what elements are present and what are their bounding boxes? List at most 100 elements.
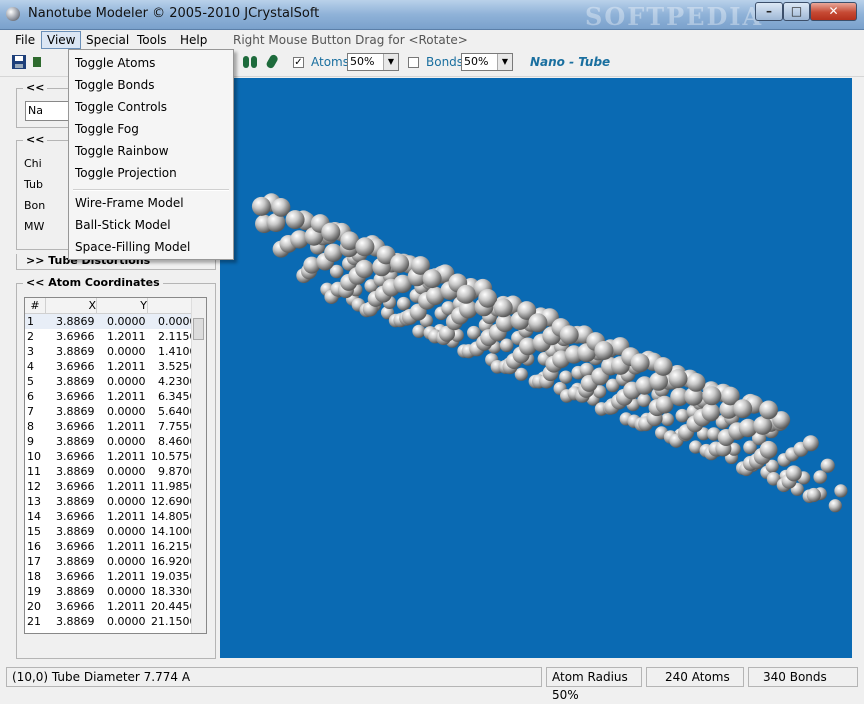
table-row[interactable]: 5 3.8869 0.0000 4.2300 xyxy=(25,374,199,389)
bonds-percent-select[interactable]: 50% ▼ xyxy=(461,53,513,71)
coord-rows: 1 3.8869 0.0000 0.0000 2 3.6966 1.2011 2.1150 3 3… xyxy=(25,313,199,630)
col-y[interactable]: Y xyxy=(96,298,148,314)
mouse-hint: Right Mouse Button Drag for <Rotate> xyxy=(233,33,468,47)
open-icon[interactable] xyxy=(32,54,42,70)
table-cell: 3.8869 xyxy=(56,585,95,598)
table-row[interactable]: 1 3.8869 0.0000 0.0000 xyxy=(25,313,199,329)
table-cell: 1.2011 xyxy=(107,600,146,613)
status-atom-radius: Atom Radius 50% xyxy=(546,667,642,702)
atom-sphere xyxy=(802,435,819,452)
menu-toggle-atoms[interactable]: Toggle Atoms xyxy=(75,54,155,72)
menu-toggle-controls[interactable]: Toggle Controls xyxy=(75,98,167,116)
label-mw: MW xyxy=(24,220,45,233)
table-row[interactable]: 13 3.8869 0.0000 12.6900 xyxy=(25,494,199,509)
bonds-label: Bonds xyxy=(426,55,464,69)
table-cell: 3.6966 xyxy=(56,480,95,493)
menu-ball-stick-model[interactable]: Ball-Stick Model xyxy=(75,216,171,234)
table-row[interactable]: 14 3.6966 1.2011 14.8050 xyxy=(25,509,199,524)
table-cell: 3.6966 xyxy=(56,360,95,373)
table-row[interactable]: 21 3.8869 0.0000 21.1500 xyxy=(25,614,199,629)
table-cell: 3.8869 xyxy=(56,405,95,418)
maximize-button[interactable]: □ xyxy=(783,2,810,21)
bonds-checkbox[interactable] xyxy=(408,57,419,68)
menu-special[interactable]: Special xyxy=(81,32,134,48)
table-cell: 7 xyxy=(27,405,34,418)
table-cell: 13 xyxy=(27,495,41,508)
title-bar: Nanotube Modeler © 2005-2010 JCrystalSof… xyxy=(0,0,864,31)
label-bond: Bon xyxy=(24,199,46,212)
table-row[interactable]: 9 3.8869 0.0000 8.4600 xyxy=(25,434,199,449)
table-row[interactable]: 11 3.8869 0.0000 9.8700 xyxy=(25,464,199,479)
atom-coordinates-header[interactable]: << Atom Coordinates xyxy=(23,276,163,289)
table-cell: 15 xyxy=(27,525,41,538)
menu-toggle-rainbow[interactable]: Toggle Rainbow xyxy=(75,142,169,160)
capsule-view-icon[interactable] xyxy=(265,54,281,70)
table-cell: 3.8869 xyxy=(56,525,95,538)
atom-sphere xyxy=(422,269,442,289)
atom-sphere xyxy=(686,373,706,392)
table-cell: 3.6966 xyxy=(56,510,95,523)
label-chirality: Chi xyxy=(24,157,42,170)
table-cell: 3.8869 xyxy=(56,615,95,628)
table-cell: 3.6966 xyxy=(56,390,95,403)
table-cell: 0.0000 xyxy=(107,465,146,478)
table-row[interactable]: 16 3.6966 1.2011 16.2150 xyxy=(25,539,199,554)
chevron-down-icon: ▼ xyxy=(383,54,398,70)
table-cell: 0.0000 xyxy=(107,495,146,508)
menu-toggle-projection[interactable]: Toggle Projection xyxy=(75,164,177,182)
menu-toggle-fog[interactable]: Toggle Fog xyxy=(75,120,139,138)
status-atom-count: 240 Atoms xyxy=(646,667,744,687)
table-row[interactable]: 4 3.6966 1.2011 3.5250 xyxy=(25,359,199,374)
atom-coordinates-table[interactable]: # X Y Z 13.88690.00000.000023.69661.2011… xyxy=(24,297,207,634)
table-row[interactable]: 12 3.6966 1.2011 11.9850 xyxy=(25,479,199,494)
table-cell: 0.0000 xyxy=(107,585,146,598)
table-row[interactable]: 6 3.6966 1.2011 6.3450 xyxy=(25,389,199,404)
softpedia-watermark: SOFTPEDIA xyxy=(585,2,764,31)
structure-field[interactable]: Na xyxy=(25,101,69,121)
coords-scrollbar[interactable] xyxy=(191,298,206,633)
tube-view-icon[interactable] xyxy=(242,54,260,70)
label-tube: Tub xyxy=(24,178,44,191)
table-row[interactable]: 15 3.8869 0.0000 14.1000 xyxy=(25,524,199,539)
atoms-percent-select[interactable]: 50% ▼ xyxy=(347,53,399,71)
window-title: Nanotube Modeler © 2005-2010 JCrystalSof… xyxy=(28,6,320,21)
menu-toggle-bonds[interactable]: Toggle Bonds xyxy=(75,76,154,94)
table-row[interactable]: 20 3.6966 1.2011 20.4450 xyxy=(25,599,199,614)
menu-view[interactable]: View xyxy=(41,31,82,49)
menu-help[interactable]: Help xyxy=(175,32,212,48)
table-row[interactable]: 2 3.6966 1.2011 2.1150 xyxy=(25,329,199,344)
atom-sphere xyxy=(630,353,650,373)
collapse-structure-button[interactable]: << xyxy=(23,81,48,94)
close-button[interactable]: ✕ xyxy=(810,2,857,21)
table-cell: 19 xyxy=(27,585,41,598)
table-cell: 3 xyxy=(27,345,34,358)
table-row[interactable]: 19 3.8869 0.0000 18.3300 xyxy=(25,584,199,599)
atom-sphere xyxy=(733,399,753,419)
atom-sphere xyxy=(702,386,722,406)
table-row[interactable]: 7 3.8869 0.0000 5.6400 xyxy=(25,404,199,419)
table-row[interactable]: 18 3.6966 1.2011 19.0350 xyxy=(25,569,199,584)
menu-wireframe-model[interactable]: Wire-Frame Model xyxy=(75,194,184,212)
menu-tools[interactable]: Tools xyxy=(132,32,172,48)
atom-sphere xyxy=(668,369,688,389)
collapse-properties-button[interactable]: << xyxy=(23,133,48,146)
table-cell: 3.6966 xyxy=(56,600,95,613)
atom-sphere xyxy=(355,237,375,257)
table-row[interactable]: 10 3.6966 1.2011 10.5750 xyxy=(25,449,199,464)
col-x[interactable]: X xyxy=(45,298,97,314)
table-cell: 1.2011 xyxy=(107,510,146,523)
nanotube-viewport[interactable] xyxy=(220,78,852,658)
menu-file[interactable]: File xyxy=(10,32,40,48)
table-cell: 12 xyxy=(27,480,41,493)
save-icon[interactable] xyxy=(11,54,27,70)
table-cell: 0.0000 xyxy=(107,405,146,418)
table-cell: 3.8869 xyxy=(56,315,95,328)
atoms-checkbox[interactable]: ✓ xyxy=(293,57,304,68)
col-index[interactable]: # xyxy=(25,298,46,314)
table-row[interactable]: 3 3.8869 0.0000 1.4100 xyxy=(25,344,199,359)
minimize-button[interactable]: – xyxy=(755,2,783,21)
table-row[interactable]: 17 3.8869 0.0000 16.9200 xyxy=(25,554,199,569)
table-row[interactable]: 8 3.6966 1.2011 7.7550 xyxy=(25,419,199,434)
menu-space-filling-model[interactable]: Space-Filling Model xyxy=(75,238,190,256)
scroll-thumb[interactable] xyxy=(193,318,204,340)
